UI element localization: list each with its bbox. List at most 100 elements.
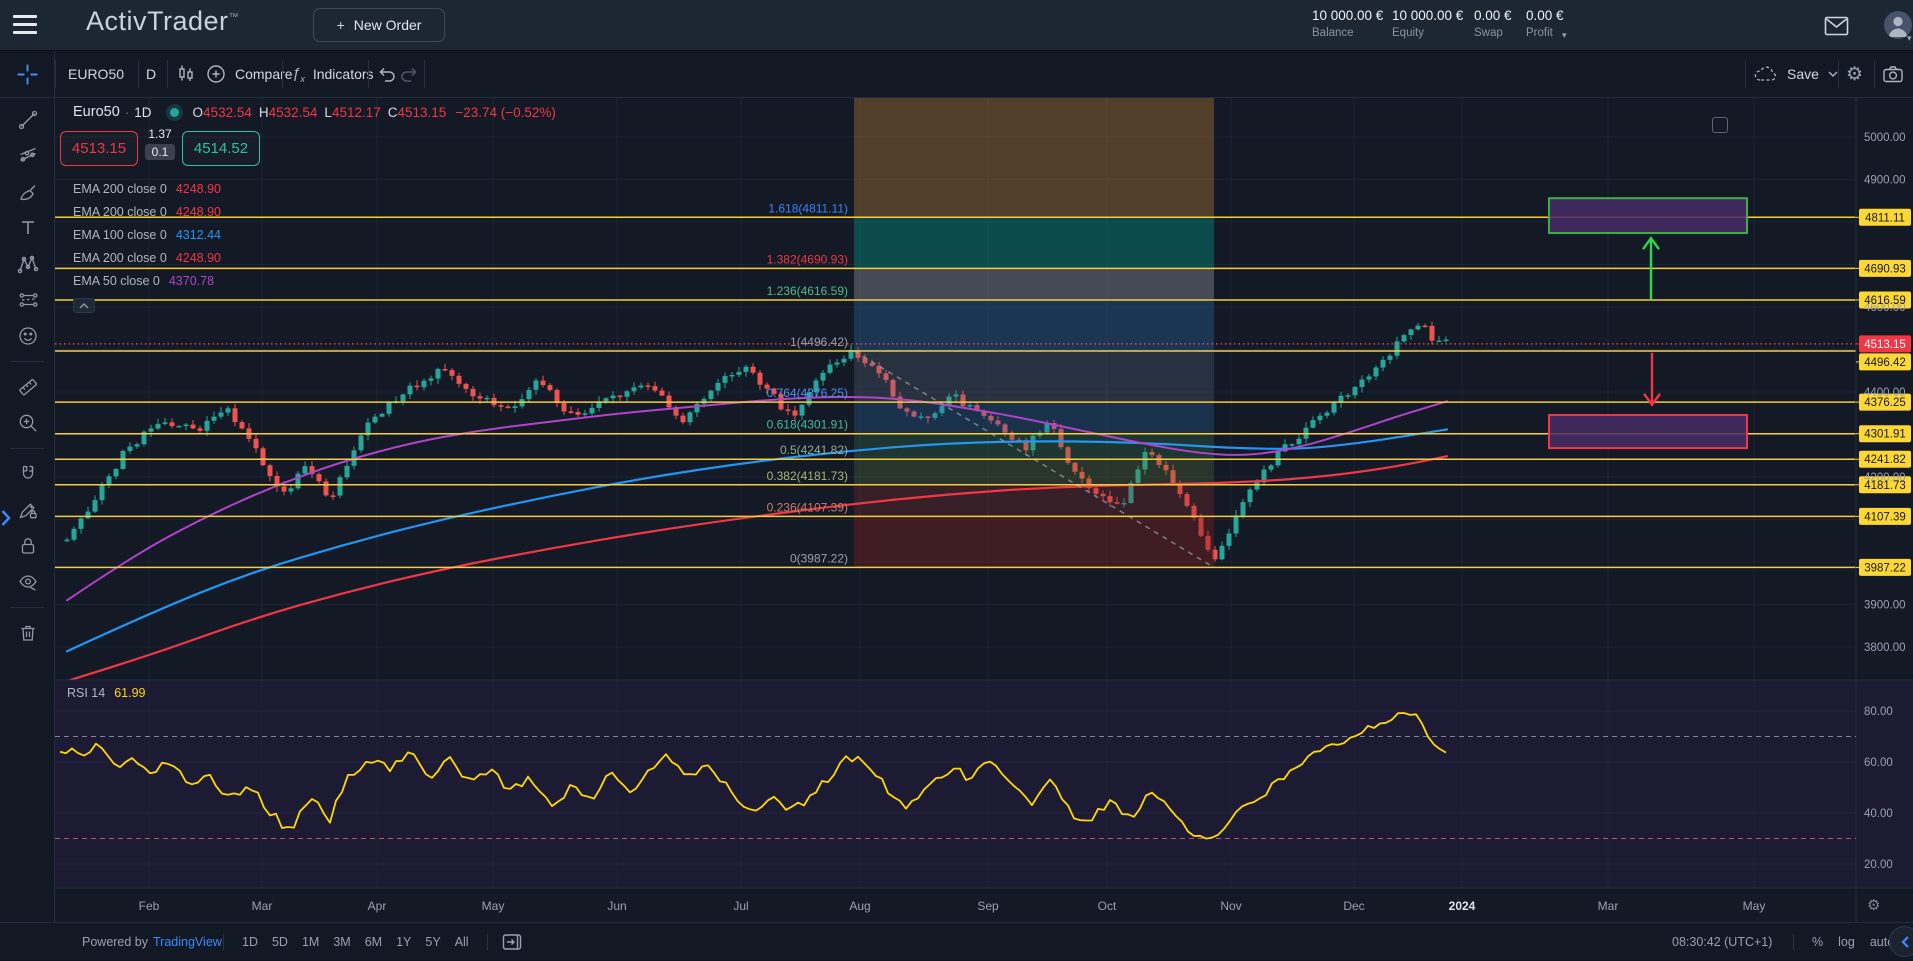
range-button-1m[interactable]: 1M <box>302 935 319 949</box>
stat-value: 10 000.00 € <box>1312 8 1383 23</box>
fib-retracement-icon[interactable] <box>0 138 55 174</box>
fib-label: 1(4496.42) <box>790 335 848 349</box>
compare-plus-icon <box>205 63 227 85</box>
drawing-tools-sidebar <box>0 51 55 922</box>
new-order-button[interactable]: +New Order <box>313 8 445 42</box>
undo-button[interactable] <box>377 51 397 97</box>
chart-checkbox[interactable] <box>1712 117 1728 133</box>
redo-button[interactable] <box>399 51 419 97</box>
rsi-value: 61.99 <box>114 686 145 700</box>
settings-gear-icon[interactable]: ⚙ <box>1846 51 1863 97</box>
stat-label: Profit <box>1526 27 1564 39</box>
magnet-icon[interactable] <box>0 456 55 492</box>
indicator-name: EMA 200 close 0 <box>73 251 167 265</box>
tradingview-link[interactable]: TradingView <box>153 935 222 949</box>
time-axis-label: Oct <box>1098 899 1117 913</box>
zoom-in-icon[interactable] <box>0 405 55 441</box>
avatar-caret-icon[interactable]: ▾ <box>1907 33 1912 44</box>
range-button-1y[interactable]: 1Y <box>396 935 411 949</box>
range-button-1d[interactable]: 1D <box>242 935 258 949</box>
panel-expand-chevron[interactable] <box>0 505 13 531</box>
divider <box>55 60 56 88</box>
xabcd-pattern-icon[interactable] <box>0 246 55 282</box>
time-axis-label: Mar <box>1598 899 1619 913</box>
compare-button[interactable]: Compare <box>205 51 293 97</box>
stat-label: Swap <box>1474 27 1512 39</box>
fib-label: 1.236(4616.59) <box>767 284 848 298</box>
time-axis-label: Aug <box>849 899 870 913</box>
lock-icon[interactable] <box>0 528 55 564</box>
change-value: −23.74 (−0.52%) <box>455 105 556 120</box>
rsi-legend[interactable]: RSI 14 61.99 <box>67 686 146 700</box>
top-app-bar: ActivTrader™ +New Order 10 000.00 €Balan… <box>0 0 1913 51</box>
symbol-row[interactable]: Euro50 · 1D O4532.54H4532.54L4512.17C451… <box>73 103 556 121</box>
divider <box>10 361 44 362</box>
emoji-icon[interactable] <box>0 318 55 354</box>
trend-line-icon[interactable] <box>0 102 55 138</box>
rsi-axis-label: 40.00 <box>1864 808 1893 820</box>
indicator-name: EMA 100 close 0 <box>73 228 167 242</box>
eye-hide-icon[interactable] <box>0 564 55 600</box>
indicator-row[interactable]: EMA 200 close 04248.90 <box>73 200 556 223</box>
scale-toggle-log[interactable]: log <box>1838 935 1855 949</box>
indicator-row[interactable]: EMA 50 close 04370.78 <box>73 269 556 292</box>
range-button-5y[interactable]: 5Y <box>425 935 440 949</box>
indicator-value: 4248.90 <box>176 182 221 196</box>
text-icon[interactable] <box>0 210 55 246</box>
range-button-6m[interactable]: 6M <box>365 935 382 949</box>
mail-icon[interactable] <box>1824 16 1849 41</box>
spread-pips: 1.37 <box>148 127 171 141</box>
divider <box>167 60 168 88</box>
buy-button[interactable]: 4514.52 <box>182 131 260 166</box>
sell-button[interactable]: 4513.15 <box>60 131 138 166</box>
time-axis-label: May <box>482 899 505 913</box>
brush-icon[interactable] <box>0 174 55 210</box>
time-axis-label: Sep <box>977 899 999 913</box>
collapse-legend-button[interactable] <box>73 298 95 313</box>
scale-toggle-pct[interactable]: % <box>1812 935 1823 949</box>
indicator-value: 4312.44 <box>176 228 221 242</box>
go-to-date-icon[interactable] <box>502 923 522 961</box>
support-target-box[interactable] <box>1549 415 1747 448</box>
indicator-row[interactable]: EMA 200 close 04248.90 <box>73 177 556 200</box>
indicators-button[interactable]: ƒx Indicators <box>292 51 374 97</box>
interval-button[interactable]: D <box>146 51 156 97</box>
indicator-row[interactable]: EMA 200 close 04248.90 <box>73 246 556 269</box>
ohlc-pair: O4532.54 <box>193 105 252 120</box>
camera-icon[interactable] <box>1882 51 1904 97</box>
divider <box>1838 60 1839 88</box>
chart-style-button[interactable] <box>175 51 197 97</box>
time-axis-label: Dec <box>1343 899 1364 913</box>
ohlc-key: H <box>259 105 269 120</box>
time-axis-label: Jun <box>607 899 626 913</box>
fx-icon: ƒx <box>292 65 305 84</box>
divider <box>487 934 488 950</box>
trademark: ™ <box>229 12 240 23</box>
account-stat: 0.00 €Profit <box>1526 8 1564 39</box>
range-button-5d[interactable]: 5D <box>272 935 288 949</box>
range-button-3m[interactable]: 3M <box>333 935 350 949</box>
clock[interactable]: 08:30:42 (UTC+1) <box>1672 923 1772 961</box>
divider <box>1745 60 1746 88</box>
collapse-panel-chevron[interactable] <box>1889 926 1913 957</box>
range-button-all[interactable]: All <box>455 935 469 949</box>
symbol-button[interactable]: EURO50 <box>68 51 124 97</box>
crosshair-tool[interactable] <box>0 51 55 97</box>
forecast-icon[interactable] <box>0 282 55 318</box>
resistance-target-box[interactable] <box>1549 198 1747 233</box>
indicator-row[interactable]: EMA 100 close 0 4312.44 <box>73 223 556 246</box>
ohlc-key: C <box>388 105 398 120</box>
ohlc-value: 4512.17 <box>332 105 381 120</box>
price-axis-badge-text: 4181.73 <box>1864 480 1906 492</box>
rsi-axis-label: 20.00 <box>1864 859 1893 871</box>
divider <box>424 60 425 88</box>
ruler-icon[interactable] <box>0 369 55 405</box>
indicator-legend: EMA 200 close 04248.90EMA 200 close 0424… <box>73 177 556 292</box>
time-axis-gear-icon[interactable]: ⚙ <box>1867 896 1880 914</box>
profit-caret-icon[interactable]: ▾ <box>1562 30 1567 41</box>
market-status-dot[interactable] <box>170 108 179 117</box>
save-button[interactable]: Save <box>1753 51 1839 97</box>
trash-icon[interactable] <box>0 615 55 651</box>
menu-icon[interactable] <box>13 15 37 34</box>
time-axis-label: Mar <box>252 899 273 913</box>
